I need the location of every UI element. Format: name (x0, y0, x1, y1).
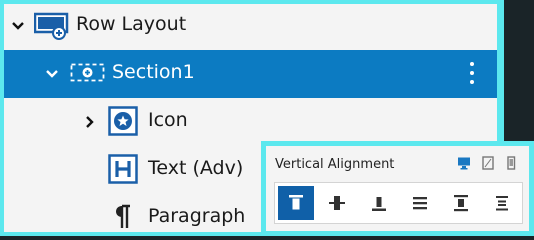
desktop-icon[interactable] (457, 156, 471, 170)
paragraph-icon (110, 204, 134, 230)
tree-item-section1[interactable]: Section1 (4, 50, 497, 98)
tree-item-row-layout[interactable]: Row Layout (4, 4, 497, 50)
space-evenly-icon[interactable] (484, 186, 520, 220)
space-between-icon[interactable] (402, 186, 438, 220)
vertical-alignment-title: Vertical Alignment (275, 157, 395, 172)
text-adv-icon (108, 154, 138, 184)
more-options-icon[interactable] (469, 62, 475, 86)
chevron-down-icon[interactable] (8, 16, 28, 36)
section-icon (70, 62, 106, 84)
mobile-icon[interactable] (504, 156, 518, 170)
tree-item-icon[interactable]: Icon (4, 98, 497, 146)
tree-item-label: Row Layout (76, 13, 187, 35)
align-middle-icon[interactable] (319, 186, 355, 220)
row-layout-icon (34, 11, 70, 41)
tree-item-label: Text (Adv) (148, 157, 244, 179)
tree-item-label: Section1 (112, 61, 195, 83)
vertical-alignment-options (274, 182, 523, 224)
tablet-icon[interactable] (481, 156, 495, 170)
tree-item-label: Icon (148, 109, 188, 131)
icon-component-icon (108, 106, 138, 136)
tree-item-label: Paragraph (148, 205, 246, 227)
align-top-icon[interactable] (278, 186, 314, 220)
chevron-down-icon[interactable] (42, 64, 62, 84)
chevron-right-icon[interactable] (80, 112, 100, 132)
space-around-icon[interactable] (443, 186, 479, 220)
vertical-alignment-panel: Vertical Alignment (261, 141, 534, 236)
align-bottom-icon[interactable] (361, 186, 397, 220)
